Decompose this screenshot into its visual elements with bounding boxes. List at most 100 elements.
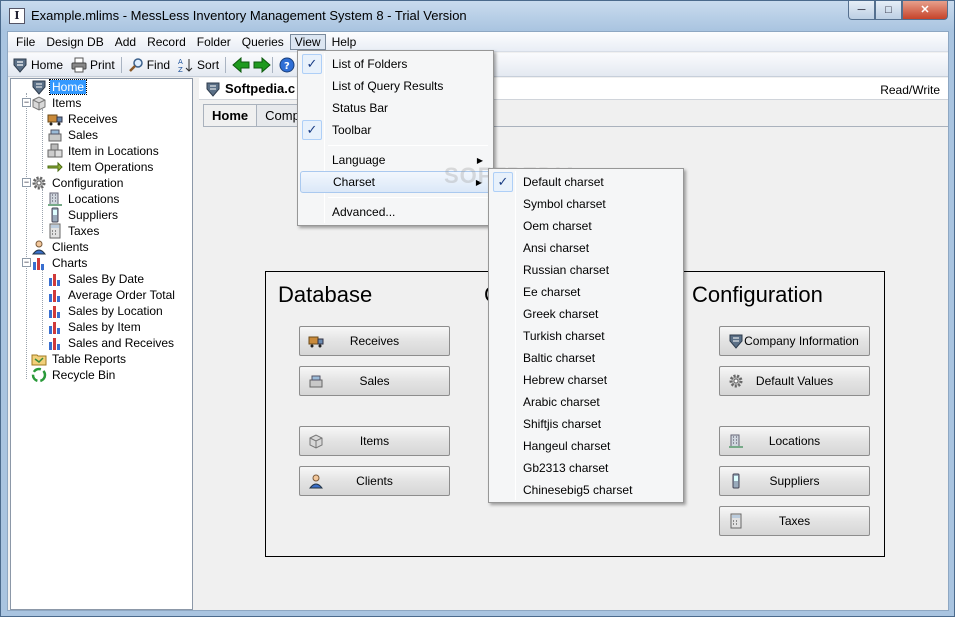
tree-item-clients[interactable]: Clients — [31, 239, 91, 255]
company-information-button[interactable]: Company Information — [719, 326, 870, 356]
tree-item-item-operations[interactable]: Item Operations — [47, 159, 155, 175]
charset-greek[interactable]: Greek charset — [491, 303, 681, 325]
tree-item-suppliers[interactable]: Suppliers — [47, 207, 120, 223]
tree-item-configuration[interactable]: Configuration — [31, 175, 125, 191]
find-button[interactable]: Find — [128, 57, 170, 73]
box-icon — [308, 433, 324, 449]
button-label: Locations — [768, 434, 821, 448]
sales-button[interactable]: Sales — [299, 366, 450, 396]
charset-russian[interactable]: Russian charset — [491, 259, 681, 281]
person-icon — [31, 239, 47, 255]
tree-item-average-order-total[interactable]: Average Order Total — [47, 287, 177, 303]
suppliers-button[interactable]: Suppliers — [719, 466, 870, 496]
folder-tree[interactable]: − − − Home Items Receives Sales Item in — [10, 78, 193, 610]
back-arrow-icon[interactable] — [232, 56, 250, 73]
tree-item-label: Home — [48, 79, 88, 95]
tree-item-table-reports[interactable]: Table Reports — [31, 351, 128, 367]
charset-default[interactable]: ✓ Default charset — [491, 171, 681, 193]
forward-arrow-icon[interactable] — [253, 56, 271, 73]
tree-item-label: Average Order Total — [68, 288, 175, 302]
menu-add[interactable]: Add — [110, 34, 141, 50]
button-label: Taxes — [778, 514, 811, 528]
taxes-button[interactable]: Taxes — [719, 506, 870, 536]
menu-folder[interactable]: Folder — [192, 34, 236, 50]
tree-item-sales-by-item[interactable]: Sales by Item — [47, 319, 143, 335]
tree-item-sales-and-receives[interactable]: Sales and Receives — [47, 335, 176, 351]
calculator-icon — [728, 513, 744, 529]
menu-design-db[interactable]: Design DB — [41, 34, 108, 50]
maximize-button[interactable]: □ — [875, 1, 902, 20]
menu-record[interactable]: Record — [142, 34, 191, 50]
calculator-icon — [47, 223, 63, 239]
print-button[interactable]: Print — [71, 57, 115, 73]
charset-ansi[interactable]: Ansi charset — [491, 237, 681, 259]
building-icon — [47, 191, 63, 207]
charts-collapse-toggle[interactable]: − — [22, 258, 31, 267]
tree-item-locations[interactable]: Locations — [47, 191, 121, 207]
home-button[interactable]: Home — [12, 57, 63, 73]
tree-item-home[interactable]: Home — [31, 79, 88, 95]
tree-item-charts[interactable]: Charts — [31, 255, 89, 271]
items-button[interactable]: Items — [299, 426, 450, 456]
clients-button[interactable]: Clients — [299, 466, 450, 496]
charset-chinesebig5[interactable]: Chinesebig5 charset — [491, 479, 681, 501]
title-bar[interactable]: I Example.mlims - MessLess Inventory Man… — [1, 1, 954, 31]
tree-item-label: Items — [52, 96, 82, 110]
charset-turkish[interactable]: Turkish charset — [491, 325, 681, 347]
tab-home[interactable]: Home — [203, 104, 258, 126]
view-menu-dropdown: ✓ List of Folders List of Query Results … — [297, 50, 494, 226]
tree-item-receives[interactable]: Receives — [47, 111, 119, 127]
database-section-title: Database — [278, 282, 373, 307]
phone-icon — [47, 207, 63, 223]
tree-item-label: Recycle Bin — [52, 368, 116, 382]
receives-button[interactable]: Receives — [299, 326, 450, 356]
minimize-button[interactable]: ─ — [848, 1, 875, 20]
app-icon[interactable]: I — [9, 8, 25, 24]
charset-baltic[interactable]: Baltic charset — [491, 347, 681, 369]
view-menu-toolbar[interactable]: ✓ Toolbar — [300, 119, 491, 141]
charset-hangeul[interactable]: Hangeul charset — [491, 435, 681, 457]
tree-item-sales-by-date[interactable]: Sales By Date — [47, 271, 146, 287]
access-mode: Read/Write — [880, 83, 940, 97]
charset-gb2313[interactable]: Gb2313 charset — [491, 457, 681, 479]
arrow-right-icon — [47, 159, 63, 175]
printer-icon — [71, 57, 87, 73]
configuration-collapse-toggle[interactable]: − — [22, 178, 31, 187]
menu-view[interactable]: View — [289, 33, 326, 50]
gear-icon — [31, 175, 47, 191]
tree-item-sales[interactable]: Sales — [47, 127, 100, 143]
menu-file[interactable]: File — [11, 34, 40, 50]
tree-item-taxes[interactable]: Taxes — [47, 223, 101, 239]
sort-az-icon: AZ — [178, 57, 194, 74]
button-label: Receives — [349, 334, 400, 348]
tree-item-sales-by-location[interactable]: Sales by Location — [47, 303, 165, 319]
view-menu-list-of-query-results[interactable]: List of Query Results — [300, 75, 491, 97]
close-button[interactable]: ✕ — [902, 1, 948, 20]
view-menu-advanced[interactable]: Advanced... — [300, 201, 491, 223]
charset-arabic[interactable]: Arabic charset — [491, 391, 681, 413]
items-collapse-toggle[interactable]: − — [22, 98, 31, 107]
default-values-button[interactable]: Default Values — [719, 366, 870, 396]
folder-report-icon — [31, 351, 47, 367]
tree-item-label: Sales by Item — [68, 320, 141, 334]
charset-submenu: ✓ Default charset Symbol charset Oem cha… — [488, 168, 684, 503]
menu-queries[interactable]: Queries — [237, 34, 289, 50]
tree-item-items[interactable]: Items — [31, 95, 83, 111]
toolbar-separator — [225, 56, 227, 73]
company-logo-icon — [205, 81, 221, 97]
charset-hebrew[interactable]: Hebrew charset — [491, 369, 681, 391]
menu-help[interactable]: Help — [327, 34, 362, 50]
charset-ee[interactable]: Ee charset — [491, 281, 681, 303]
tree-item-recycle-bin[interactable]: Recycle Bin — [31, 367, 117, 383]
checkmark-icon: ✓ — [302, 120, 322, 140]
tree-item-label: Receives — [68, 112, 118, 126]
locations-button[interactable]: Locations — [719, 426, 870, 456]
tree-item-item-in-locations[interactable]: Item in Locations — [47, 143, 161, 159]
charset-symbol[interactable]: Symbol charset — [491, 193, 681, 215]
sort-label: Sort — [197, 57, 220, 72]
charset-oem[interactable]: Oem charset — [491, 215, 681, 237]
view-menu-list-of-folders[interactable]: ✓ List of Folders — [300, 53, 491, 75]
sort-button[interactable]: AZ Sort — [178, 57, 220, 74]
view-menu-status-bar[interactable]: Status Bar — [300, 97, 491, 119]
charset-shiftjis[interactable]: Shiftjis charset — [491, 413, 681, 435]
